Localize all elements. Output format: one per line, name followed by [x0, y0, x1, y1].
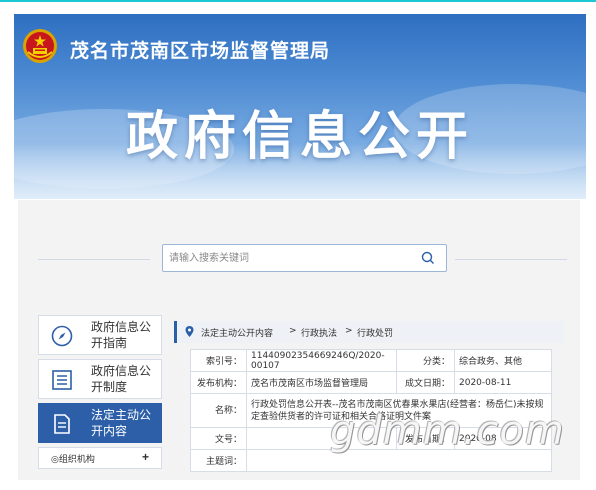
search-icon[interactable] — [420, 250, 436, 266]
sidebar-item-content[interactable]: 法定主动公开内容 — [38, 403, 162, 443]
national-emblem-icon — [23, 29, 57, 63]
subject-label: 主题词： — [190, 449, 247, 472]
table-row: 发布机构： 茂名市茂南区市场监督管理局 成文日期： 2020-08-11 — [190, 371, 552, 394]
sidebar-item-system[interactable]: 政府信息公开制度 — [38, 359, 162, 399]
publisher-value: 茂名市茂南区市场监督管理局 — [246, 371, 397, 394]
top-accent-line — [0, 0, 596, 2]
sidebar-subitem-label: ◎组织机构 — [51, 455, 95, 465]
name-label: 名称： — [190, 393, 247, 428]
search-box — [162, 244, 447, 272]
category-value: 综合政务、其他 — [454, 349, 552, 372]
doc-no-label: 文号： — [190, 427, 247, 450]
sidebar-subitem-organization[interactable]: ◎组织机构 + — [38, 447, 162, 469]
page-title: 政府信息公开 — [125, 107, 474, 167]
list-icon — [52, 370, 72, 390]
sidebar-item-label: 政府信息公开指南 — [91, 320, 152, 350]
watermark: gdmm.com — [330, 408, 565, 454]
sidebar-item-guide[interactable]: 政府信息公开指南 — [38, 315, 162, 355]
breadcrumb: 法定主动公开内容 > 行政执法 > 行政处罚 — [174, 321, 564, 343]
compass-icon — [51, 325, 73, 347]
breadcrumb-item[interactable]: 行政处罚 — [357, 326, 393, 339]
divider — [455, 259, 567, 260]
sidebar-item-label: 法定主动公开内容 — [91, 408, 152, 438]
publisher-label: 发布机构： — [190, 371, 247, 394]
table-row: 索引号： 11440902354669246Q/2020-00107 分类： 综… — [190, 349, 552, 372]
date-label: 成文日期： — [396, 371, 455, 394]
divider — [38, 259, 150, 260]
breadcrumb-separator: > — [345, 326, 353, 336]
index-value: 11440902354669246Q/2020-00107 — [246, 349, 397, 372]
location-pin-icon — [185, 326, 194, 337]
index-label: 索引号： — [190, 349, 247, 372]
breadcrumb-separator: > — [289, 326, 297, 336]
header-banner: 茂名市茂南区市场监督管理局 政府信息公开 — [14, 14, 586, 199]
agency-name: 茂名市茂南区市场监督管理局 — [70, 40, 331, 62]
date-value: 2020-08-11 — [454, 371, 552, 394]
search-input[interactable] — [169, 249, 409, 267]
sidebar-item-label: 政府信息公开制度 — [91, 364, 152, 394]
expand-icon[interactable]: + — [142, 450, 149, 464]
document-icon — [54, 414, 70, 434]
breadcrumb-item[interactable]: 法定主动公开内容 — [201, 326, 273, 339]
category-label: 分类： — [396, 349, 455, 372]
breadcrumb-item[interactable]: 行政执法 — [301, 326, 337, 339]
sidebar: 政府信息公开指南 政府信息公开制度 法定主动公开内容 ◎组织机构 + — [38, 315, 162, 469]
